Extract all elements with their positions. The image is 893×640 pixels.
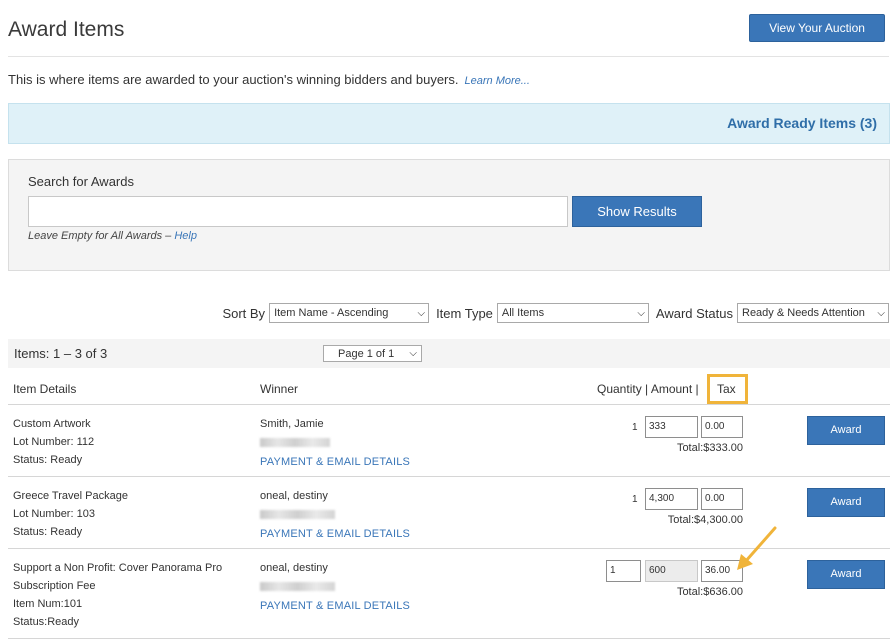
item-lot: Lot Number: 112 [13,436,95,448]
chevron-down-icon: ⌵ [877,307,885,319]
search-hint: Leave Empty for All Awards – Help [28,230,197,242]
row-total: Total:$4,300.00 [667,514,743,526]
chevron-down-icon: ⌵ [409,348,417,359]
items-count: Items: 1 – 3 of 3 [14,346,108,361]
winner-details: oneal, destiny PAYMENT & EMAIL DETAILS [260,487,410,543]
page-title: Award Items [8,18,125,41]
winner-name: Smith, Jamie [260,418,324,430]
tax-input[interactable]: 0.00 [701,488,743,510]
award-status-value: Ready & Needs Attention [742,307,865,319]
payment-email-details-link[interactable]: PAYMENT & EMAIL DETAILS [260,453,410,471]
sort-by-select[interactable]: Item Name - Ascending ⌵ [269,303,430,323]
award-status-label: Award Status [655,305,733,321]
redacted-block [260,582,335,591]
item-type-label: Item Type [436,305,493,321]
search-input[interactable] [28,196,568,227]
tax-input[interactable]: 0.00 [701,416,743,438]
award-button[interactable]: Award [807,560,885,589]
sort-by-value: Item Name - Ascending [274,307,389,319]
column-quantity-amount: Quantity | Amount | [597,382,699,396]
sort-by-label: Sort By [222,305,266,321]
redacted-block [260,510,335,519]
quantity-value: 1 [632,494,638,505]
learn-more-link[interactable]: Learn More... [465,75,530,87]
winner-name: oneal, destiny [260,562,328,574]
column-item-details: Item Details [13,382,77,396]
column-tax: Tax [717,382,736,396]
winner-redacted-info [260,577,410,597]
page-header: Award Items View Your Auction [8,14,889,57]
item-status: Status:Ready [13,616,80,628]
search-panel: Search for Awards Show Results Leave Emp… [8,159,890,271]
column-tax-highlight: Tax [707,374,748,404]
award-ready-banner: Award Ready Items (3) [8,103,890,144]
amount-input: 600 [645,560,698,582]
winner-details: oneal, destiny PAYMENT & EMAIL DETAILS [260,559,410,615]
item-details: Support a Non Profit: Cover Panorama Pro… [13,559,222,631]
item-name: Greece Travel Package [13,490,128,502]
winner-redacted-info [260,433,410,453]
payment-email-details-link[interactable]: PAYMENT & EMAIL DETAILS [260,597,410,615]
view-auction-button[interactable]: View Your Auction [749,14,885,42]
intro-text: This is where items are awarded to your … [8,72,530,87]
award-button[interactable]: Award [807,488,885,517]
amount-input[interactable]: 333 [645,416,698,438]
row-total: Total:$636.00 [676,586,743,598]
award-ready-items-link[interactable]: Award Ready Items (3) [727,115,877,131]
page-select[interactable]: Page 1 of 1 ⌵ [323,345,422,362]
payment-email-details-link[interactable]: PAYMENT & EMAIL DETAILS [260,525,410,543]
award-button[interactable]: Award [807,416,885,445]
winner-details: Smith, Jamie PAYMENT & EMAIL DETAILS [260,415,410,471]
winner-redacted-info [260,505,410,525]
filter-bar: Sort By Item Name - Ascending ⌵ Item Type… [222,303,889,323]
quantity-input[interactable]: 1 [606,560,641,582]
item-name: Custom Artwork [13,418,91,430]
item-status: Status: Ready [13,454,83,466]
column-winner: Winner [260,382,299,396]
item-type-select[interactable]: All Items ⌵ [496,303,649,323]
item-name-line2: Subscription Fee [13,580,96,592]
award-status-select[interactable]: Ready & Needs Attention ⌵ [737,303,889,323]
item-details: Custom Artwork Lot Number: 112 Status: R… [13,415,94,469]
item-status: Status: Ready [13,526,83,538]
item-lot: Item Num:101 [13,598,83,610]
item-type-value: All Items [501,307,545,319]
chevron-down-icon: ⌵ [637,307,645,319]
row-total: Total:$333.00 [676,442,743,454]
show-results-button[interactable]: Show Results [572,196,702,227]
search-label: Search for Awards [28,174,134,189]
item-details: Greece Travel Package Lot Number: 103 St… [13,487,128,541]
redacted-block [260,438,330,447]
chevron-down-icon: ⌵ [417,307,426,319]
winner-name: oneal, destiny [260,490,328,502]
help-link[interactable]: Help [174,230,197,242]
quantity-value: 1 [632,422,638,433]
amount-input[interactable]: 4,300 [645,488,698,510]
intro-description: This is where items are awarded to your … [8,72,459,87]
search-hint-text: Leave Empty for All Awards – [28,230,175,242]
page-select-value: Page 1 of 1 [338,347,395,360]
item-lot: Lot Number: 103 [13,508,95,520]
items-bar: Items: 1 – 3 of 3 Page 1 of 1 ⌵ [8,339,890,368]
table-row: Custom Artwork Lot Number: 112 Status: R… [8,405,890,477]
arrow-pointer-icon [737,526,777,570]
item-name-line1: Support a Non Profit: Cover Panorama Pro [13,562,223,574]
